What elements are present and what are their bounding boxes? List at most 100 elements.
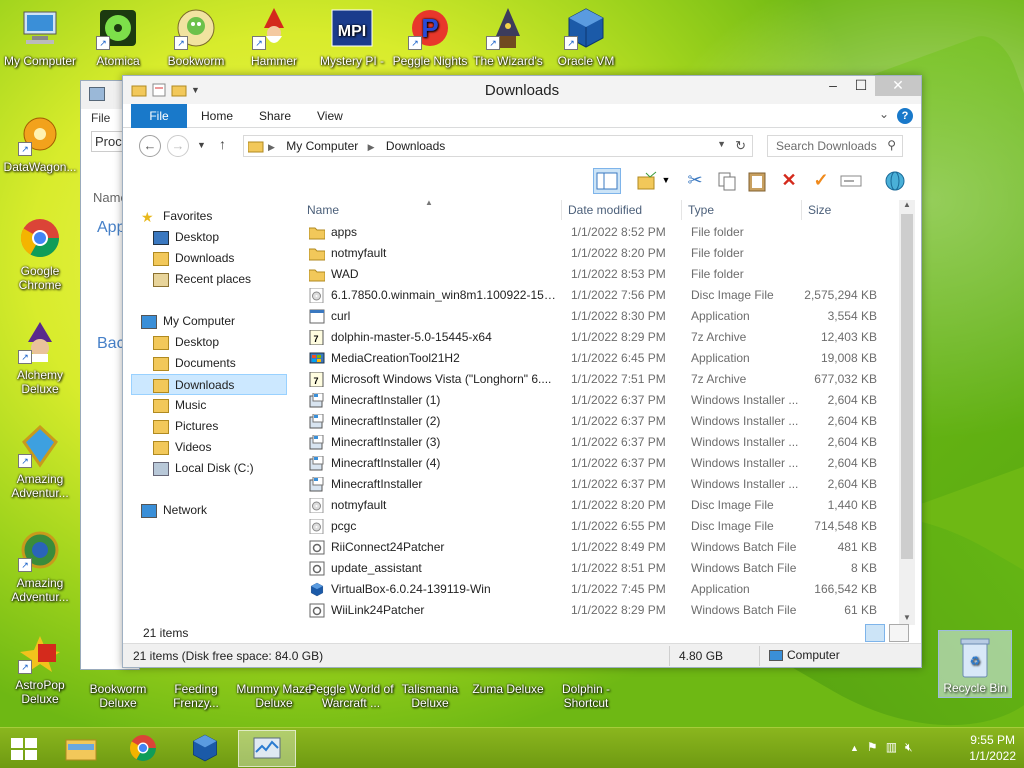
- search-icon[interactable]: ⚲: [887, 138, 896, 152]
- refresh-icon[interactable]: ↻: [735, 138, 746, 154]
- taskbar-file-explorer[interactable]: [52, 730, 110, 767]
- column-header-date[interactable]: Date modified: [568, 203, 642, 217]
- breadcrumb-my-computer[interactable]: My Computer: [286, 139, 358, 153]
- desktop-icon-recycle-bin[interactable]: ♻ Recycle Bin: [938, 630, 1012, 698]
- tab-share[interactable]: Share: [259, 104, 291, 128]
- action-center-icon[interactable]: ⚑: [867, 740, 878, 756]
- search-input[interactable]: Search Downloads ⚲: [767, 135, 903, 157]
- tab-home[interactable]: Home: [201, 104, 233, 128]
- copy-icon[interactable]: [713, 168, 741, 194]
- properties-check-icon[interactable]: ✓: [807, 168, 835, 194]
- clock[interactable]: 9:55 PM 1/1/2022: [969, 732, 1016, 764]
- nav-local-disk[interactable]: Local Disk (C:): [153, 458, 254, 479]
- file-row[interactable]: WAD 1/1/2022 8:53 PM File folder: [299, 264, 883, 285]
- column-divider[interactable]: [561, 200, 562, 220]
- help-button[interactable]: ?: [897, 108, 913, 124]
- scroll-up-icon[interactable]: ▲: [899, 200, 915, 212]
- nav-favorites-downloads[interactable]: Downloads: [153, 248, 234, 269]
- desktop-icon-amazing-adventures-2[interactable]: ↗ Amazing Adventur...: [0, 528, 80, 604]
- desktop-icon-atomica[interactable]: ↗ Atomica: [78, 6, 158, 68]
- column-divider[interactable]: [681, 200, 682, 220]
- file-row[interactable]: curl 1/1/2022 8:30 PM Application 3,554 KB: [299, 306, 883, 327]
- up-button[interactable]: ↑: [219, 136, 226, 152]
- window-titlebar[interactable]: ▼ Downloads – ☐ ✕: [123, 76, 921, 104]
- vertical-scrollbar[interactable]: ▲ ▼: [899, 200, 915, 625]
- maximize-button[interactable]: ☐: [847, 76, 875, 96]
- address-history-icon[interactable]: ▼: [717, 139, 726, 149]
- nav-computer-downloads[interactable]: Downloads: [131, 374, 287, 395]
- file-row[interactable]: 7 Microsoft Windows Vista ("Longhorn" 6..…: [299, 369, 883, 390]
- file-row[interactable]: update_assistant 1/1/2022 8:51 PM Windows …: [299, 558, 883, 579]
- preview-pane-button[interactable]: [593, 168, 621, 194]
- globe-icon[interactable]: [881, 168, 909, 194]
- desktop-icon-zuma[interactable]: Zuma Deluxe: [468, 682, 548, 696]
- desktop-icon-my-computer[interactable]: My Computer: [0, 6, 80, 68]
- scrollbar-thumb[interactable]: [901, 214, 913, 559]
- desktop-icon-hammer[interactable]: ↗ Hammer: [234, 6, 314, 68]
- desktop-icon-mystery-pi[interactable]: MPI Mystery PI -: [312, 6, 392, 68]
- nav-videos[interactable]: Videos: [153, 437, 211, 458]
- column-divider[interactable]: [801, 200, 802, 220]
- file-row[interactable]: VirtualBox-6.0.24-139119-Win 1/1/2022 7:4…: [299, 579, 883, 600]
- desktop-icon-bookworm-deluxe[interactable]: Bookworm Deluxe: [78, 682, 158, 710]
- file-row[interactable]: 6.1.7850.0.winmain_win8m1.100922-1508...…: [299, 285, 883, 306]
- file-row[interactable]: MinecraftInstaller (3) 1/1/2022 6:37 PM Wi…: [299, 432, 883, 453]
- nav-favorites[interactable]: ★ Favorites: [141, 206, 212, 227]
- minimize-button[interactable]: –: [819, 76, 847, 96]
- desktop-icon-dolphin[interactable]: Dolphin - Shortcut: [546, 682, 626, 710]
- file-row[interactable]: notmyfault 1/1/2022 8:20 PM File folder: [299, 243, 883, 264]
- nav-music[interactable]: Music: [153, 395, 206, 416]
- desktop-icon-peggle-nights[interactable]: P ↗ Peggle Nights: [390, 6, 470, 68]
- desktop-icon-talismania[interactable]: Talismania Deluxe: [390, 682, 470, 710]
- ribbon-expand-icon[interactable]: ⌄: [879, 107, 889, 121]
- paste-icon[interactable]: [743, 168, 771, 194]
- nav-network[interactable]: Network: [141, 500, 207, 521]
- desktop-icon-google-chrome[interactable]: Google Chrome: [0, 216, 80, 292]
- volume-muted-icon[interactable]: 🔇︎: [905, 740, 913, 756]
- breadcrumb-chevron-icon[interactable]: ▶: [268, 142, 275, 152]
- file-row[interactable]: 7 dolphin-master-5.0-15445-x64 1/1/2022 8:…: [299, 327, 883, 348]
- back-button[interactable]: ←: [139, 135, 161, 157]
- file-row[interactable]: MinecraftInstaller 1/1/2022 6:37 PM Window…: [299, 474, 883, 495]
- file-row[interactable]: RiiConnect24Patcher 1/1/2022 8:49 PM Windo…: [299, 537, 883, 558]
- delete-icon[interactable]: ✕: [775, 168, 803, 194]
- show-hidden-icons-icon[interactable]: ▲: [850, 740, 859, 756]
- desktop-icon-alchemy-deluxe[interactable]: ↗ Alchemy Deluxe: [0, 320, 80, 396]
- explorer-window[interactable]: ▼ Downloads – ☐ ✕ File Home Share View ⌄…: [122, 75, 922, 668]
- nav-pictures[interactable]: Pictures: [153, 416, 218, 437]
- file-row[interactable]: apps 1/1/2022 8:52 PM File folder: [299, 222, 883, 243]
- file-row[interactable]: MinecraftInstaller (4) 1/1/2022 6:37 PM Wi…: [299, 453, 883, 474]
- tab-view[interactable]: View: [317, 104, 343, 128]
- tab-file[interactable]: File: [131, 104, 187, 128]
- start-button[interactable]: [10, 736, 38, 762]
- nav-favorites-desktop[interactable]: Desktop: [153, 227, 219, 248]
- desktop-icon-bookworm[interactable]: ↗ Bookworm: [156, 6, 236, 68]
- desktop-icon-feeding-frenzy[interactable]: Feeding Frenzy...: [156, 682, 236, 710]
- recent-locations-icon[interactable]: ▼: [197, 140, 206, 150]
- column-header-type[interactable]: Type: [688, 203, 714, 217]
- file-row[interactable]: pcgc 1/1/2022 6:55 PM Disc Image File 714,5…: [299, 516, 883, 537]
- breadcrumb-downloads[interactable]: Downloads: [386, 139, 445, 153]
- breadcrumb-chevron-icon[interactable]: ▶: [368, 142, 375, 152]
- nav-documents[interactable]: Documents: [153, 353, 236, 374]
- file-row[interactable]: WiiLink24Patcher 1/1/2022 8:29 PM Windows …: [299, 600, 883, 621]
- organize-button[interactable]: [633, 168, 661, 194]
- rename-icon[interactable]: [837, 168, 865, 194]
- forward-button[interactable]: →: [167, 135, 189, 157]
- nav-computer-desktop[interactable]: Desktop: [153, 332, 219, 353]
- taskbar-task-manager[interactable]: [238, 730, 296, 767]
- file-row[interactable]: MediaCreationTool21H2 1/1/2022 6:45 PM App…: [299, 348, 883, 369]
- taskbar-virtualbox[interactable]: [176, 730, 234, 767]
- desktop-icon-astropop[interactable]: ↗ AstroPop Deluxe: [0, 634, 80, 706]
- desktop-icon-wizards[interactable]: ↗ The Wizard's: [468, 6, 548, 68]
- organize-dropdown-icon[interactable]: ▼: [659, 168, 673, 194]
- address-bar[interactable]: ▶ My Computer ▶ Downloads ▼ ↻: [243, 135, 753, 157]
- column-header-name[interactable]: Name: [307, 203, 339, 217]
- file-row[interactable]: MinecraftInstaller (2) 1/1/2022 6:37 PM Wi…: [299, 411, 883, 432]
- nav-my-computer[interactable]: My Computer: [141, 311, 235, 332]
- desktop-icon-mummy-maze[interactable]: Mummy Maze Deluxe: [234, 682, 314, 710]
- desktop-icon-oracle-vm[interactable]: ↗ Oracle VM: [546, 6, 626, 68]
- column-header-size[interactable]: Size: [808, 203, 831, 217]
- taskbar-chrome[interactable]: [114, 730, 172, 767]
- file-row[interactable]: MinecraftInstaller (1) 1/1/2022 6:37 PM Wi…: [299, 390, 883, 411]
